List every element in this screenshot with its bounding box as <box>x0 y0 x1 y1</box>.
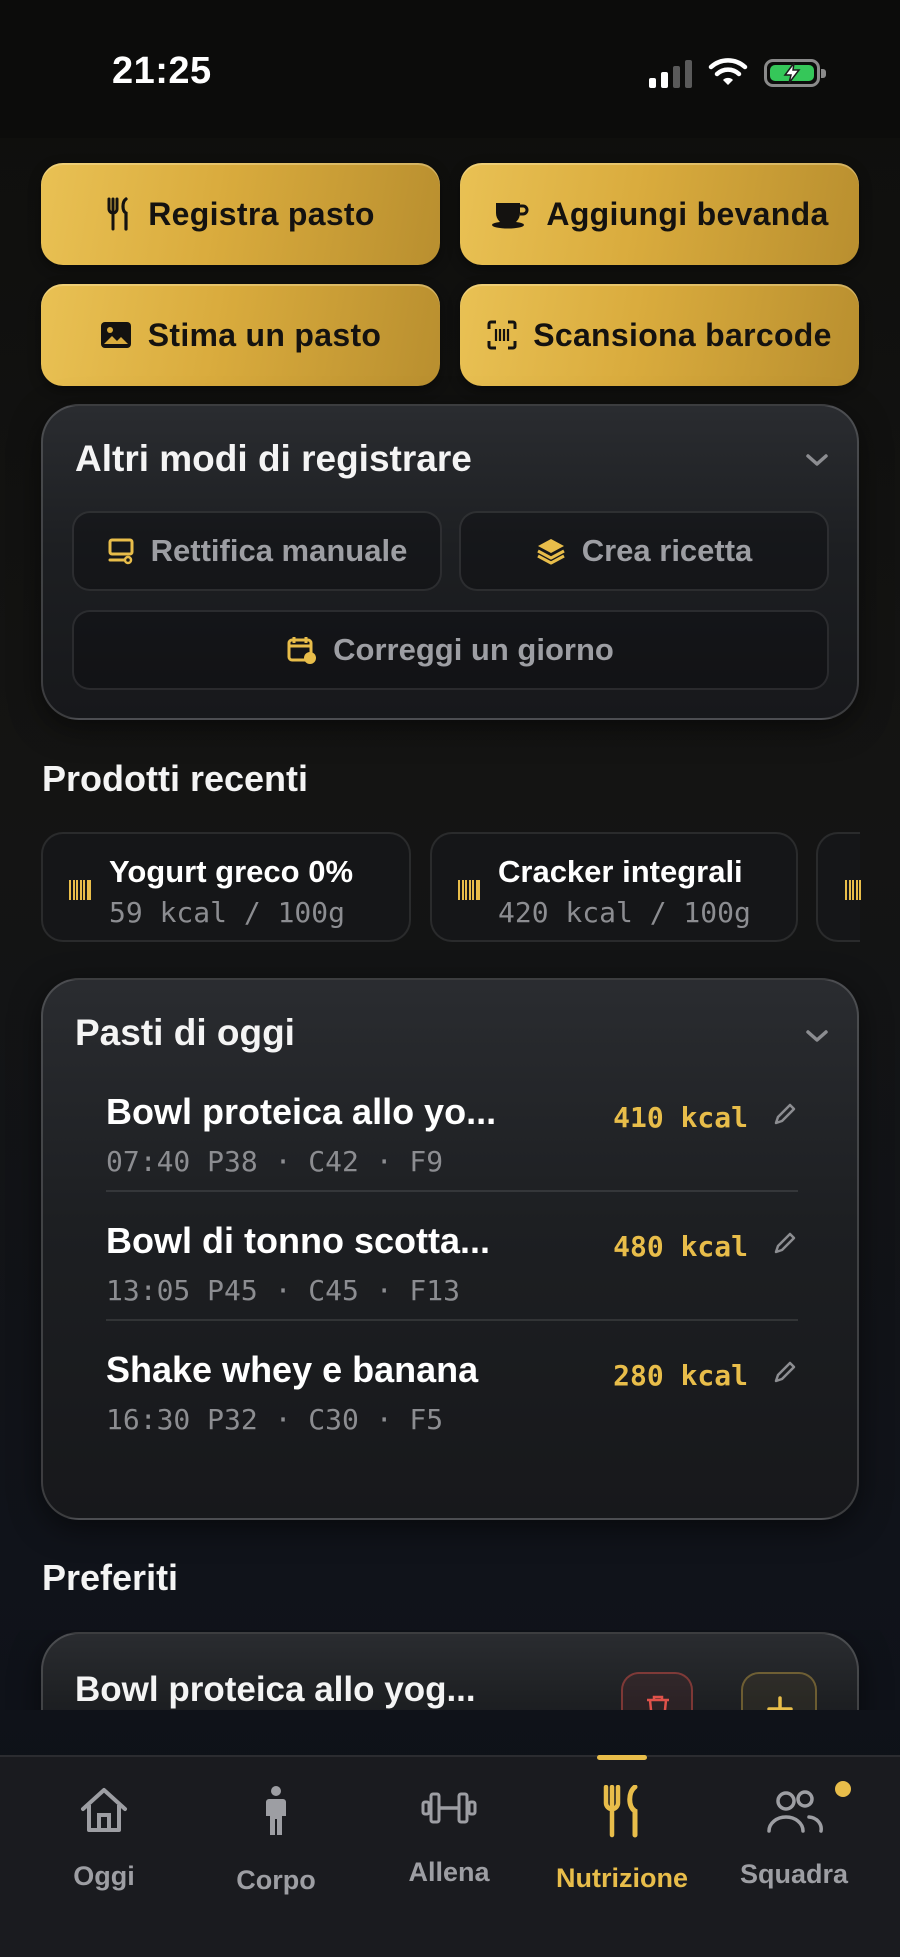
barcode-scan-icon <box>487 320 517 350</box>
favorite-card[interactable]: Bowl proteica allo yog... <box>41 1632 859 1710</box>
dumbbell-icon <box>421 1792 477 1824</box>
add-drink-label: Aggiungi bevanda <box>546 195 829 232</box>
tab-label: Nutrizione <box>556 1863 688 1893</box>
person-icon <box>266 1786 286 1835</box>
recent-product-name: Yogurt greco 0% <box>109 854 354 889</box>
log-meal-button[interactable]: Registra pasto <box>41 163 440 265</box>
recent-product-item-partial[interactable] <box>816 832 861 942</box>
add-favorite-button[interactable] <box>741 1672 817 1710</box>
meal-name: Shake whey e banana <box>106 1349 479 1390</box>
meal-meta: 13:05 P45 · C45 · F13 <box>106 1274 461 1307</box>
meal-meta: 07:40 P38 · C42 · F9 <box>106 1145 444 1178</box>
manual-adjust-button[interactable]: Rettifica manuale <box>72 511 442 591</box>
fix-day-label: Correggi un giorno <box>333 632 614 667</box>
tab-label: Corpo <box>236 1865 316 1895</box>
chevron-down-icon[interactable] <box>805 452 829 468</box>
recent-product-kcal: 420 kcal / 100g <box>498 896 751 929</box>
battery-charging-icon <box>764 59 826 87</box>
people-icon <box>767 1790 823 1833</box>
tab-label: Oggi <box>73 1861 135 1891</box>
meal-meta: 16:30 P32 · C30 · F5 <box>106 1403 444 1436</box>
tab-label: Allena <box>408 1857 490 1887</box>
pencil-icon[interactable] <box>772 1359 798 1385</box>
tab-corpo[interactable]: Corpo <box>190 1757 362 1917</box>
add-drink-button[interactable]: Aggiungi bevanda <box>460 163 859 265</box>
status-time: 21:25 <box>112 50 212 92</box>
calendar-edit-icon <box>287 637 317 664</box>
meal-row[interactable]: Shake whey e banana 16:30 P32 · C30 · F5… <box>106 1321 798 1450</box>
recent-product-name: Cracker integrali <box>498 854 743 889</box>
scan-barcode-label: Scansiona barcode <box>533 316 832 353</box>
favorites-title: Preferiti <box>42 1557 179 1598</box>
fork-knife-icon <box>603 1785 638 1838</box>
todays-meals-title: Pasti di oggi <box>75 1012 295 1053</box>
pencil-icon[interactable] <box>772 1101 798 1127</box>
status-bar: 21:25 <box>0 0 900 138</box>
notification-dot <box>835 1781 851 1797</box>
tab-squadra[interactable]: Squadra <box>708 1757 880 1917</box>
meal-name: Bowl proteica allo yo... <box>106 1091 497 1132</box>
wifi-icon <box>708 58 748 85</box>
recent-product-kcal: 59 kcal / 100g <box>109 896 346 929</box>
estimate-meal-button[interactable]: Stima un pasto <box>41 284 440 386</box>
cellular-signal-icon <box>649 58 692 88</box>
recent-product-item[interactable]: Yogurt greco 0% 59 kcal / 100g <box>41 832 411 942</box>
nutrition-screen: 21:25 Registra pasto Aggiungi bevanda St… <box>0 0 900 1957</box>
other-ways-title: Altri modi di registrare <box>75 438 472 479</box>
layers-icon <box>536 539 565 565</box>
log-meal-label: Registra pasto <box>148 195 375 232</box>
recent-product-item[interactable]: Cracker integrali 420 kcal / 100g <box>430 832 798 942</box>
barcode-icon <box>458 880 480 900</box>
other-ways-card: Altri modi di registrare Rettifica manua… <box>41 404 859 720</box>
meal-kcal: 410 kcal <box>613 1101 748 1134</box>
create-recipe-label: Crea ricetta <box>581 533 753 568</box>
favorites-viewport: Bowl proteica allo yog... <box>0 1630 900 1710</box>
home-icon <box>81 1788 127 1832</box>
scan-barcode-button[interactable]: Scansiona barcode <box>460 284 859 386</box>
tab-nutrizione[interactable]: Nutrizione <box>536 1757 708 1917</box>
meal-kcal: 480 kcal <box>613 1230 748 1263</box>
meal-kcal: 280 kcal <box>613 1359 748 1392</box>
fix-day-button[interactable]: Correggi un giorno <box>72 610 829 690</box>
tab-allena[interactable]: Allena <box>363 1757 535 1917</box>
scale-icon <box>108 538 134 565</box>
cup-icon <box>492 203 529 229</box>
manual-adjust-label: Rettifica manuale <box>150 533 408 568</box>
meal-row[interactable]: Bowl proteica allo yo... 07:40 P38 · C42… <box>106 1063 798 1192</box>
trash-icon <box>647 1695 669 1710</box>
delete-favorite-button[interactable] <box>621 1672 693 1710</box>
pencil-icon[interactable] <box>772 1230 798 1256</box>
favorite-name: Bowl proteica allo yog... <box>75 1670 476 1709</box>
tab-bar: Oggi Corpo Allena Nutrizione Squadra <box>0 1755 900 1957</box>
fork-knife-icon <box>107 197 128 231</box>
barcode-icon <box>69 880 91 900</box>
tab-oggi[interactable]: Oggi <box>18 1757 190 1917</box>
meal-name: Bowl di tonno scotta... <box>106 1220 490 1261</box>
barcode-icon <box>845 880 861 900</box>
plus-icon <box>767 1696 793 1710</box>
status-icons <box>649 56 826 90</box>
meal-row[interactable]: Bowl di tonno scotta... 13:05 P45 · C45 … <box>106 1192 798 1321</box>
tab-label: Squadra <box>739 1859 849 1889</box>
chevron-down-icon[interactable] <box>805 1028 829 1044</box>
estimate-meal-label: Stima un pasto <box>147 316 382 353</box>
photo-icon <box>100 322 131 348</box>
todays-meals-card: Pasti di oggi Bowl proteica allo yo... 0… <box>41 978 859 1520</box>
recent-products-title: Prodotti recenti <box>42 758 309 799</box>
create-recipe-button[interactable]: Crea ricetta <box>459 511 829 591</box>
